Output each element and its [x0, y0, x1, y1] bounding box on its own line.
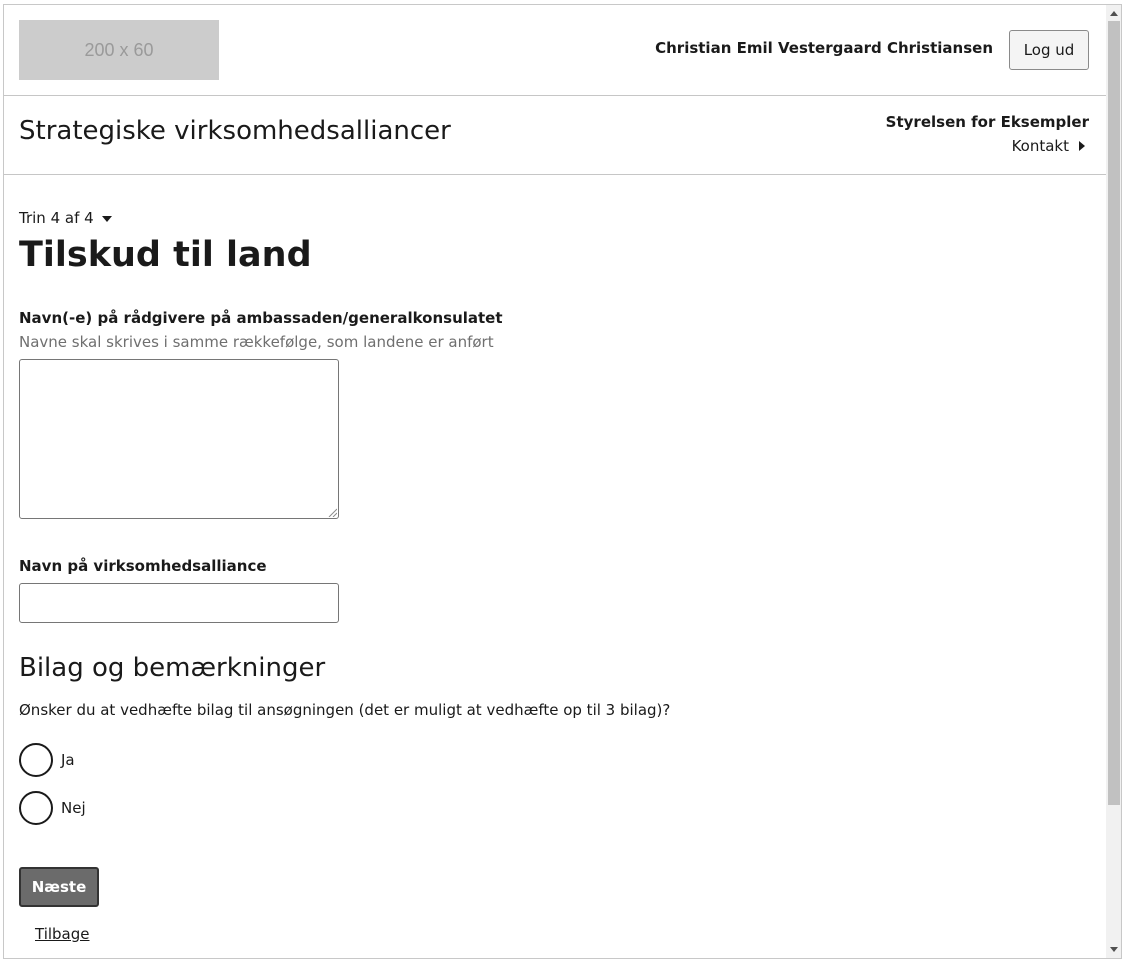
- caret-down-icon: [101, 216, 112, 222]
- logo-text: 200 x 60: [84, 39, 154, 60]
- service-header: Strategiske virksomhedsalliancer Styrels…: [4, 96, 1106, 175]
- browser-viewport: 200 x 60 Christian Emil Vestergaard Chri…: [3, 4, 1122, 959]
- back-link[interactable]: Tilbage: [35, 925, 90, 943]
- radio-option-ja[interactable]: Ja: [19, 743, 75, 777]
- attachments-question: Ønsker du at vedhæfte bilag til ansøgnin…: [19, 701, 671, 719]
- section-heading: Bilag og bemærkninger: [19, 653, 326, 683]
- resize-grip-icon[interactable]: [327, 507, 337, 517]
- radio-label-ja: Ja: [61, 751, 75, 769]
- step-indicator[interactable]: Trin 4 af 4: [19, 209, 112, 227]
- page-title: Tilskud til land: [19, 235, 312, 275]
- radio-option-nej[interactable]: Nej: [19, 791, 86, 825]
- advisors-hint: Navne skal skrives i samme rækkefølge, s…: [19, 333, 494, 351]
- scrollbar-thumb[interactable]: [1108, 21, 1120, 805]
- scroll-down-arrow-icon[interactable]: [1110, 947, 1118, 952]
- advisors-textarea[interactable]: [19, 359, 339, 519]
- alliance-name-input[interactable]: [19, 583, 339, 623]
- advisors-label: Navn(-e) på rådgivere på ambassaden/gene…: [19, 309, 503, 327]
- organization-name: Styrelsen for Eksempler: [885, 113, 1089, 131]
- contact-link[interactable]: Kontakt: [1012, 137, 1085, 155]
- top-header: 200 x 60 Christian Emil Vestergaard Chri…: [4, 5, 1106, 96]
- alliance-name-label: Navn på virksomhedsalliance: [19, 557, 267, 575]
- radio-label-nej: Nej: [61, 799, 86, 817]
- step-indicator-label: Trin 4 af 4: [19, 209, 94, 227]
- radio-button[interactable]: [19, 791, 53, 825]
- logo-placeholder: 200 x 60: [19, 20, 219, 80]
- service-title: Strategiske virksomhedsalliancer: [19, 116, 451, 146]
- next-button[interactable]: Næste: [19, 867, 99, 907]
- contact-label: Kontakt: [1011, 137, 1069, 155]
- radio-button[interactable]: [19, 743, 53, 777]
- caret-right-icon: [1079, 141, 1085, 151]
- scroll-up-arrow-icon[interactable]: [1110, 11, 1118, 16]
- vertical-scrollbar[interactable]: [1106, 5, 1121, 958]
- logout-button[interactable]: Log ud: [1009, 30, 1089, 70]
- user-name: Christian Emil Vestergaard Christiansen: [655, 39, 993, 57]
